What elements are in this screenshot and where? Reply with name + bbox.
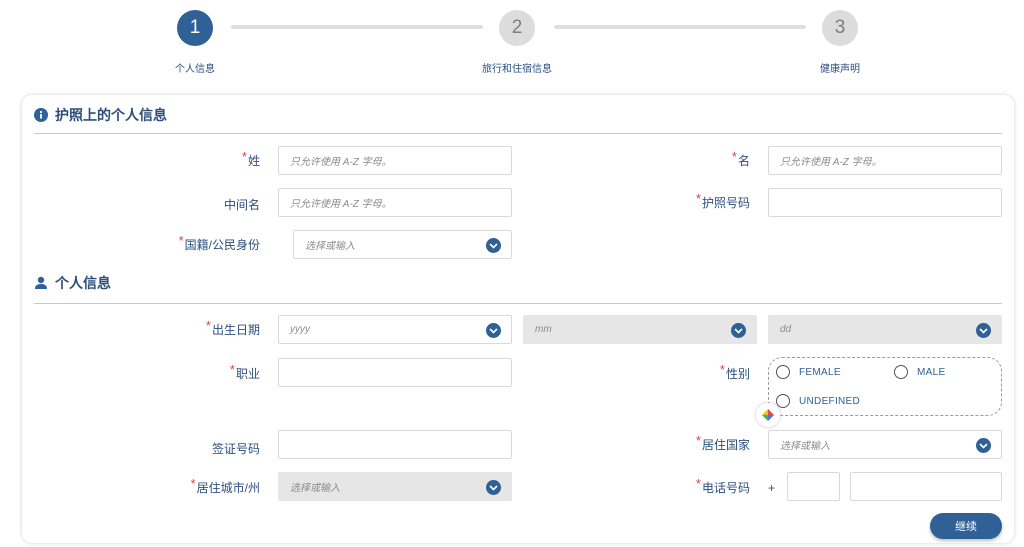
info-icon (34, 108, 48, 122)
step-2-label: 旅行和住宿信息 (482, 64, 552, 75)
step-1-circle: 1 (177, 10, 213, 46)
phone-plus-prefix: + (768, 481, 776, 495)
chevron-down-icon (976, 323, 991, 338)
personal-section-label: 个人信息 (55, 275, 111, 291)
continue-button[interactable]: 继续 (930, 513, 1002, 539)
personal-section-divider (34, 303, 1002, 304)
nationality-label: *国籍/公民身份 (178, 233, 260, 252)
required-mark: * (719, 362, 725, 377)
required-mark: * (695, 476, 701, 491)
step-3-circle: 3 (822, 10, 858, 46)
radio-button[interactable] (894, 365, 908, 379)
person-icon (34, 276, 48, 290)
required-mark: * (695, 191, 701, 206)
gender-label: *性别 (719, 362, 750, 381)
phone-label: *电话号码 (695, 476, 750, 495)
chevron-down-icon (486, 238, 501, 253)
residence-country-label: *居住国家 (695, 433, 750, 452)
visa-number-label: 签证号码 (211, 442, 260, 456)
occupation-label: *职业 (229, 362, 260, 381)
passport-number-label: *护照号码 (695, 191, 750, 210)
required-mark: * (241, 149, 247, 164)
middle-name-input[interactable]: 只允许使用 A-Z 字母。 (278, 188, 512, 217)
occupation-input[interactable] (278, 358, 512, 387)
residence-country-select[interactable]: 选择或输入 (768, 430, 1002, 459)
passport-section-divider (34, 133, 1002, 134)
middle-name-label: 中间名 (223, 198, 260, 212)
extension-logo-icon[interactable] (756, 403, 780, 427)
residence-city-label: *居住城市/州 (190, 476, 260, 495)
radio-button[interactable] (776, 365, 790, 379)
step-3-label: 健康声明 (820, 64, 860, 75)
nationality-select[interactable]: 选择或输入 (293, 230, 512, 259)
personal-section-title: 个人信息 (34, 273, 111, 293)
gender-option-female[interactable]: FEMALE (776, 365, 841, 379)
progress-stepper: 1 2 3 个人信息 旅行和住宿信息 健康声明 (0, 0, 1024, 92)
required-mark: * (205, 318, 211, 333)
step-1-label: 个人信息 (175, 64, 215, 75)
birth-year-select[interactable]: yyyy (278, 315, 512, 344)
passport-section-label: 护照上的个人信息 (55, 107, 167, 123)
chevron-down-icon (486, 323, 501, 338)
required-mark: * (178, 233, 184, 248)
gender-option-male[interactable]: MALE (894, 365, 945, 379)
surname-input[interactable]: 只允许使用 A-Z 字母。 (278, 146, 512, 175)
gender-option-undefined[interactable]: UNDEFINED (776, 394, 860, 408)
birth-date-label: *出生日期 (205, 318, 260, 337)
required-mark: * (695, 433, 701, 448)
form-card: 护照上的个人信息 *姓 只允许使用 A-Z 字母。 *名 只允许使用 A-Z 字… (22, 95, 1014, 543)
visa-number-input[interactable] (278, 430, 512, 459)
surname-label: *姓 (241, 149, 260, 168)
phone-number-input[interactable] (850, 472, 1002, 501)
required-mark: * (229, 362, 235, 377)
chevron-down-icon (976, 438, 991, 453)
passport-section-title: 护照上的个人信息 (34, 105, 167, 125)
given-name-input[interactable]: 只允许使用 A-Z 字母。 (768, 146, 1002, 175)
radio-button[interactable] (776, 394, 790, 408)
required-mark: * (190, 476, 196, 491)
given-name-label: *名 (731, 149, 750, 168)
step-2-circle: 2 (499, 10, 535, 46)
phone-country-code-input[interactable] (787, 472, 840, 501)
step-connector-1 (231, 25, 483, 29)
chevron-down-icon (486, 480, 501, 495)
birth-day-select[interactable]: dd (768, 315, 1002, 344)
birth-month-select[interactable]: mm (523, 315, 757, 344)
step-connector-2 (554, 25, 806, 29)
residence-city-select[interactable]: 选择或输入 (278, 472, 512, 501)
required-mark: * (731, 149, 737, 164)
chevron-down-icon (731, 323, 746, 338)
passport-number-input[interactable] (768, 188, 1002, 217)
